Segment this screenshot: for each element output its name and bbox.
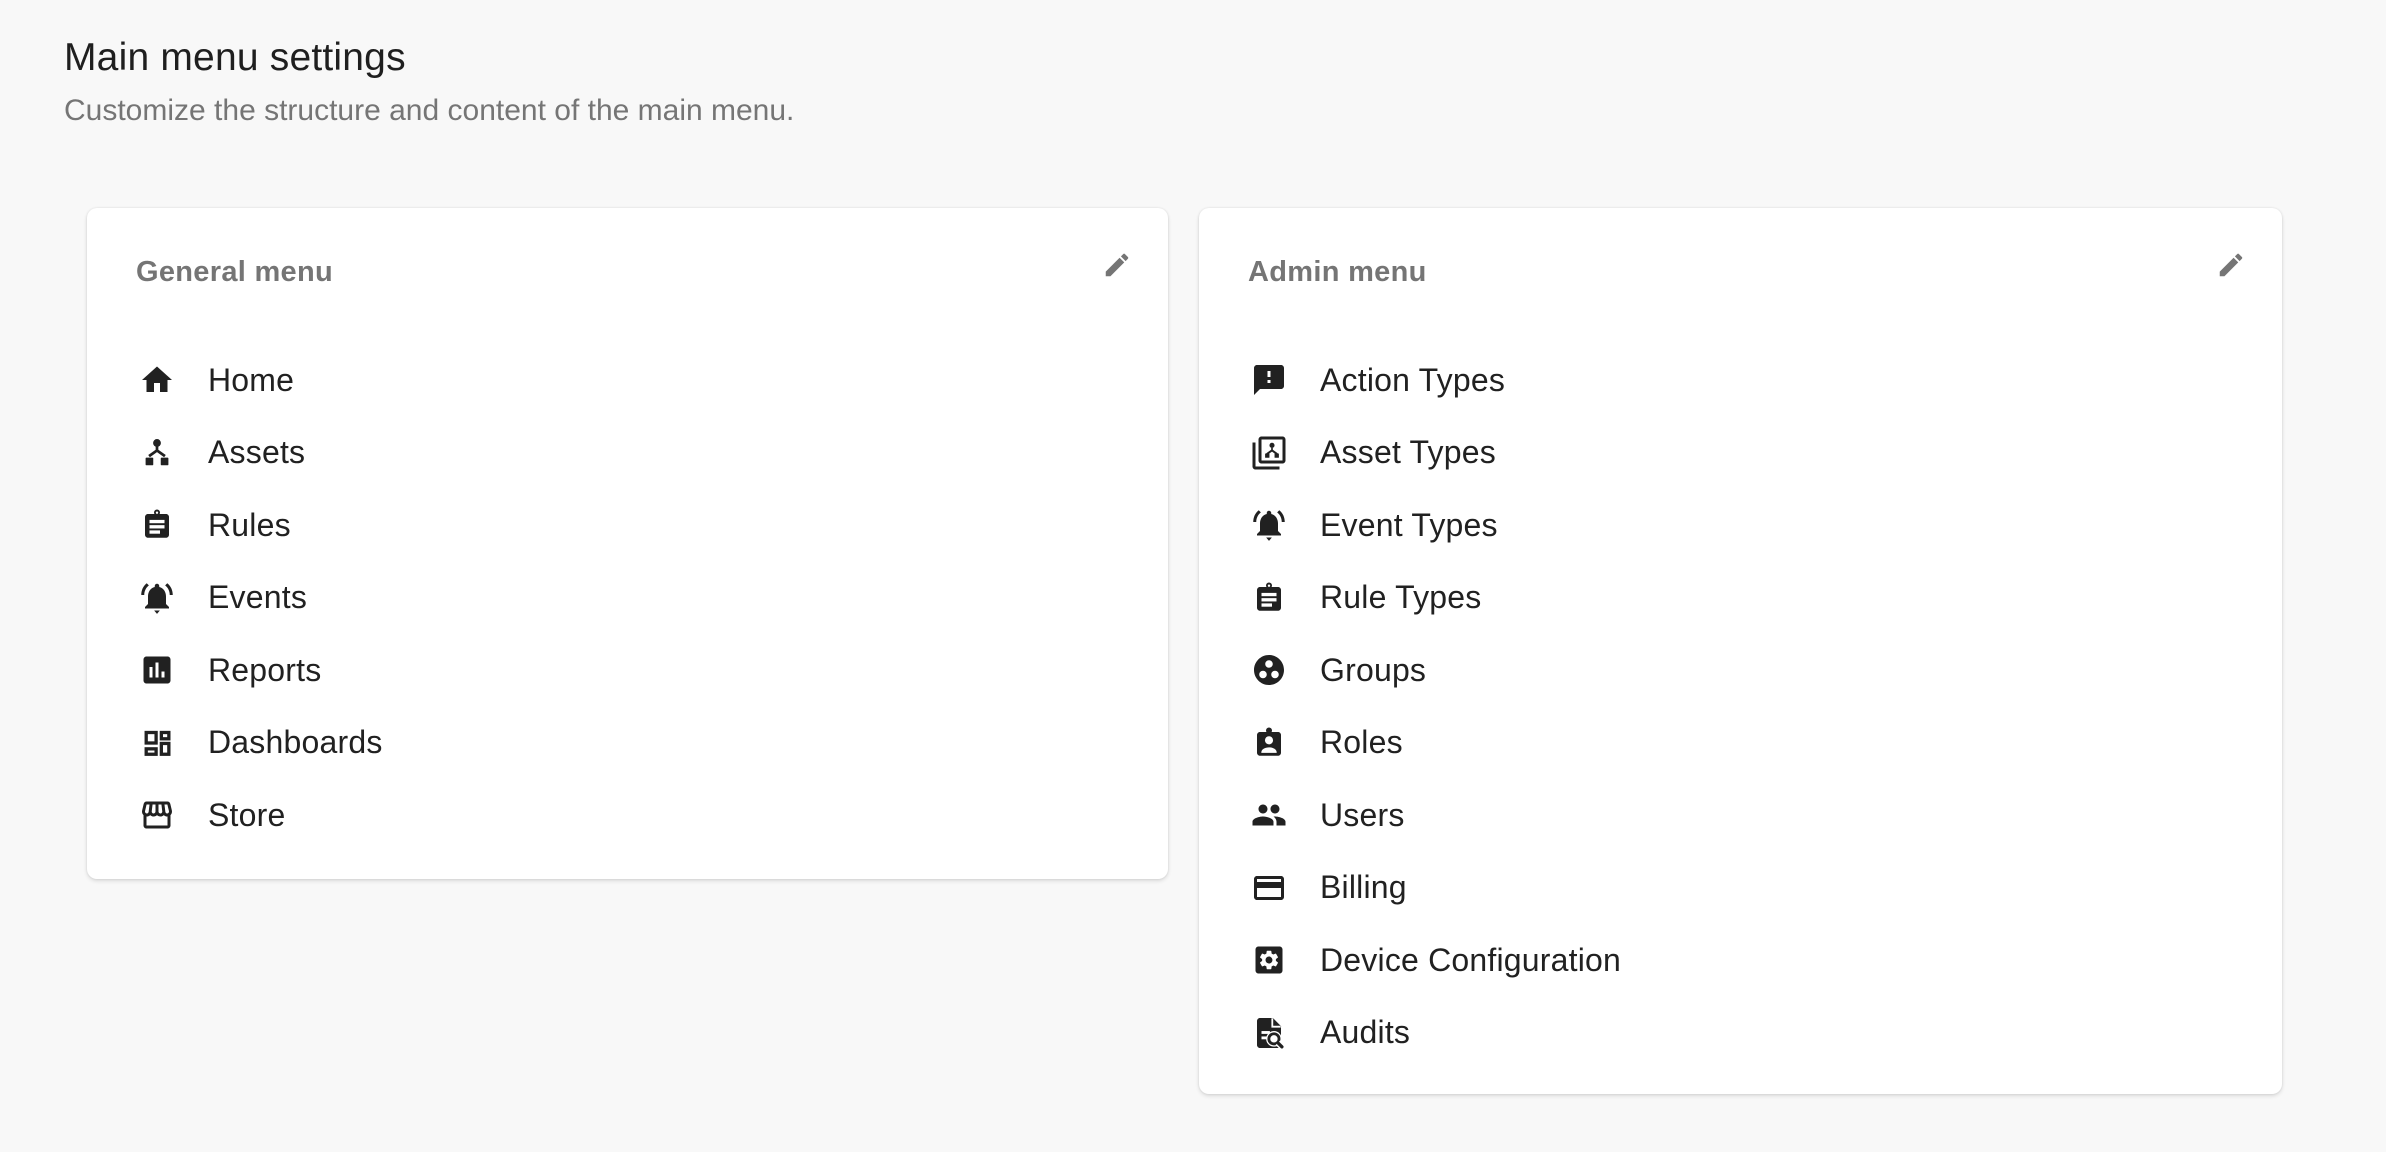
menu-item-store[interactable]: Store <box>87 779 1168 852</box>
groups-icon <box>1251 652 1287 688</box>
users-icon <box>1251 797 1287 833</box>
menu-item-label: Reports <box>208 652 321 689</box>
action-types-icon <box>1251 362 1287 398</box>
card-header: Admin menu <box>1199 208 2282 344</box>
menu-item-dashboards[interactable]: Dashboards <box>87 707 1168 780</box>
rules-icon <box>139 507 175 543</box>
menu-item-billing[interactable]: Billing <box>1199 852 2282 925</box>
menu-item-roles[interactable]: Roles <box>1199 707 2282 780</box>
menu-item-users[interactable]: Users <box>1199 779 2282 852</box>
menu-item-label: Roles <box>1320 724 1403 761</box>
admin-menu-card: Admin menu Action Types Asset Types Event … <box>1199 208 2282 1094</box>
menu-item-label: Dashboards <box>208 724 383 761</box>
home-icon <box>139 362 175 398</box>
menu-item-rule-types[interactable]: Rule Types <box>1199 562 2282 635</box>
menu-item-asset-types[interactable]: Asset Types <box>1199 417 2282 490</box>
menu-item-label: Rules <box>208 507 291 544</box>
menu-item-label: Device Configuration <box>1320 942 1621 979</box>
card-title: General menu <box>136 258 333 287</box>
menu-item-label: Store <box>208 797 285 834</box>
menu-item-home[interactable]: Home <box>87 344 1168 417</box>
dashboards-icon <box>139 725 175 761</box>
menu-item-groups[interactable]: Groups <box>1199 634 2282 707</box>
event-types-icon <box>1251 507 1287 543</box>
store-icon <box>139 797 175 833</box>
menu-item-label: Billing <box>1320 869 1407 906</box>
device-configuration-icon <box>1251 942 1287 978</box>
edit-button[interactable] <box>1100 248 1134 282</box>
menu-item-label: Audits <box>1320 1014 1410 1051</box>
roles-icon <box>1251 725 1287 761</box>
menu-item-audits[interactable]: Audits <box>1199 997 2282 1070</box>
menu-item-device-configuration[interactable]: Device Configuration <box>1199 924 2282 997</box>
card-header: General menu <box>87 208 1168 344</box>
rule-types-icon <box>1251 580 1287 616</box>
edit-pencil-icon <box>1102 268 1132 283</box>
page-title: Main menu settings <box>64 38 406 77</box>
reports-icon <box>139 652 175 688</box>
menu-item-label: Asset Types <box>1320 434 1496 471</box>
card-title: Admin menu <box>1248 258 1427 287</box>
edit-button[interactable] <box>2214 248 2248 282</box>
audits-icon <box>1251 1015 1287 1051</box>
asset-types-icon <box>1251 435 1287 471</box>
menu-list: Action Types Asset Types Event Types Rule T… <box>1199 344 2282 1069</box>
menu-item-label: Users <box>1320 797 1405 834</box>
menu-item-label: Event Types <box>1320 507 1498 544</box>
menu-item-event-types[interactable]: Event Types <box>1199 489 2282 562</box>
menu-item-label: Home <box>208 362 294 399</box>
menu-list: Home Assets Rules Events Reports Dashboards St… <box>87 344 1168 852</box>
menu-item-label: Action Types <box>1320 362 1505 399</box>
page-subtitle: Customize the structure and content of t… <box>64 96 794 126</box>
menu-item-label: Rule Types <box>1320 579 1482 616</box>
events-icon <box>139 580 175 616</box>
menu-item-events[interactable]: Events <box>87 562 1168 635</box>
general-menu-card: General menu Home Assets Rules Events Report… <box>87 208 1168 879</box>
menu-item-label: Groups <box>1320 652 1426 689</box>
edit-pencil-icon <box>2216 268 2246 283</box>
menu-item-label: Assets <box>208 434 305 471</box>
assets-icon <box>139 435 175 471</box>
menu-item-assets[interactable]: Assets <box>87 417 1168 490</box>
billing-icon <box>1251 870 1287 906</box>
menu-item-rules[interactable]: Rules <box>87 489 1168 562</box>
menu-item-action-types[interactable]: Action Types <box>1199 344 2282 417</box>
menu-item-label: Events <box>208 579 307 616</box>
menu-item-reports[interactable]: Reports <box>87 634 1168 707</box>
